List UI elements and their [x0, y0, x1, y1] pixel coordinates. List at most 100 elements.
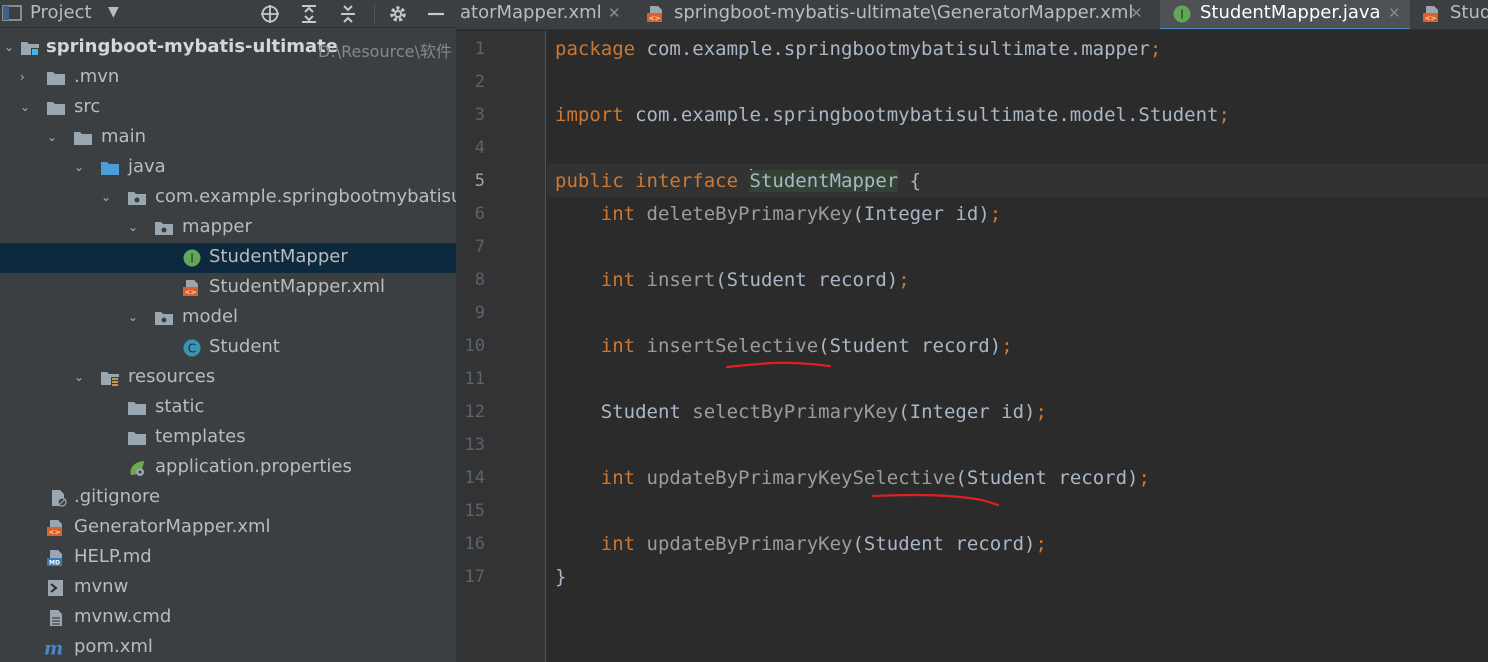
chevron-down-icon[interactable]: ⌄: [128, 220, 140, 234]
tree-item-label: templates: [155, 426, 246, 447]
chevron-down-icon[interactable]: ⌄: [20, 100, 32, 114]
markdown-file-icon: MD: [47, 550, 62, 567]
tab-student-partial[interactable]: <> Stud: [1412, 0, 1488, 29]
tree-item-package[interactable]: ⌄ com.example.springbootmybatisultimate: [0, 183, 456, 213]
tree-item-label: HELP.md: [74, 546, 152, 567]
tree-item-mvnw-cmd[interactable]: mvnw.cmd: [0, 603, 456, 633]
semicolon: ;: [1035, 533, 1047, 555]
gear-icon[interactable]: [386, 3, 410, 25]
collapse-all-icon[interactable]: [336, 3, 360, 25]
method-name: updateByPrimaryKeySelective: [646, 467, 956, 489]
chevron-down-icon[interactable]: ⌄: [74, 370, 86, 384]
type-int: int: [600, 533, 636, 555]
tab-studentmapper-java[interactable]: I StudentMapper.java ✕: [1160, 0, 1410, 29]
param-type: Student: [726, 269, 807, 291]
tab-label: atorMapper.xml: [460, 2, 602, 23]
param-name: id): [989, 401, 1036, 423]
close-brace: }: [555, 566, 567, 588]
chevron-down-icon[interactable]: ⌄: [128, 310, 140, 324]
code-line-16[interactable]: int updateByPrimaryKey(Student record);: [555, 528, 1047, 561]
interface-icon: I: [1173, 5, 1191, 23]
code-editor[interactable]: 1 2 3 4 5 6 7 8 9 10 11 12 13 14 15 16 1…: [456, 31, 1488, 662]
open-paren: (: [898, 401, 910, 423]
code-line-6[interactable]: int deleteByPrimaryKey(Integer id);: [555, 198, 1001, 231]
code-line-17[interactable]: }: [555, 561, 566, 594]
param-name: record): [1046, 467, 1139, 489]
xml-file-icon: <>: [1423, 6, 1438, 23]
tree-item-help-md[interactable]: MD HELP.md: [0, 543, 456, 573]
tree-item-main[interactable]: ⌄ main: [0, 123, 456, 153]
param-type: Student: [863, 533, 944, 555]
tree-item-mapper[interactable]: ⌄ mapper: [0, 213, 456, 243]
tree-item-label: application.properties: [155, 456, 352, 477]
code-line-8[interactable]: int insert(Student record);: [555, 264, 910, 297]
project-view-selector[interactable]: Project: [30, 2, 92, 23]
chevron-down-icon[interactable]: ⌄: [74, 160, 86, 174]
tree-item-label: static: [155, 396, 205, 417]
project-panel: Project ▼ ⌄ springboot-mybatis-ultimate …: [0, 0, 456, 662]
code-line-3[interactable]: import com.example.springbootmybatisulti…: [555, 99, 1230, 132]
code-line-1[interactable]: package com.example.springbootmybatisult…: [555, 33, 1161, 66]
method-name: updateByPrimaryKey: [646, 533, 853, 555]
red-underline-annotation: [725, 361, 832, 369]
close-icon[interactable]: ✕: [1130, 4, 1143, 22]
tree-item-model[interactable]: ⌄ model: [0, 303, 456, 333]
line-number: 3: [474, 105, 485, 125]
tab-generatormapper-xml-partial[interactable]: atorMapper.xml ✕: [456, 0, 632, 29]
project-path: D:\Resource\软件: [318, 42, 452, 61]
chevron-right-icon[interactable]: ›: [20, 70, 32, 84]
code-line-12[interactable]: Student selectByPrimaryKey(Integer id);: [555, 396, 1047, 429]
keyword-public: public: [555, 170, 624, 192]
maven-icon: m: [44, 639, 63, 657]
folder-icon: [128, 432, 146, 445]
line-number: 9: [474, 303, 485, 323]
tree-item-gitignore[interactable]: .gitignore: [0, 483, 456, 513]
code-line-14[interactable]: int updateByPrimaryKeySelective(Student …: [555, 462, 1150, 495]
spring-properties-icon: [130, 461, 144, 476]
hide-panel-icon[interactable]: [424, 3, 448, 25]
tree-item-static[interactable]: static: [0, 393, 456, 423]
tree-item-label: mvnw.cmd: [74, 606, 172, 627]
tree-item-project-root[interactable]: ⌄ springboot-mybatis-ultimate D:\Resourc…: [0, 33, 456, 63]
tree-item-mvnw[interactable]: mvnw: [0, 573, 456, 603]
svg-text:MD: MD: [49, 560, 60, 567]
close-icon[interactable]: ✕: [608, 4, 621, 22]
tree-item-src[interactable]: ⌄ src: [0, 93, 456, 123]
keyword-interface: interface: [635, 170, 739, 192]
line-number-gutter[interactable]: 1 2 3 4 5 6 7 8 9 10 11 12 13 14 15 16 1…: [456, 31, 546, 662]
tree-item-generatormapper-xml[interactable]: <> GeneratorMapper.xml: [0, 513, 456, 543]
tree-item-student[interactable]: C Student: [0, 333, 456, 363]
svg-text:<>: <>: [1425, 15, 1437, 23]
semicolon: ;: [989, 203, 1002, 225]
chevron-down-icon[interactable]: ⌄: [4, 40, 16, 54]
type-int: int: [600, 335, 636, 357]
tree-item-resources[interactable]: ⌄ resources: [0, 363, 456, 393]
tree-item-mvn[interactable]: › .mvn: [0, 63, 456, 93]
tree-item-java[interactable]: ⌄ java: [0, 153, 456, 183]
tree-item-label: .gitignore: [74, 486, 161, 507]
chevron-down-icon[interactable]: ⌄: [47, 130, 59, 144]
tree-item-label: pom.xml: [74, 636, 153, 657]
gitignore-file-icon: [52, 490, 67, 507]
param-name: record): [806, 269, 899, 291]
source-folder-icon: [101, 162, 119, 175]
expand-all-icon[interactable]: [297, 3, 321, 25]
tree-item-pom-xml[interactable]: m pom.xml: [0, 633, 456, 662]
line-number: 8: [474, 270, 485, 290]
chevron-down-icon[interactable]: ⌄: [101, 190, 113, 204]
locate-icon[interactable]: [258, 3, 282, 25]
svg-text:<>: <>: [49, 529, 61, 537]
tab-generatormapper-xml[interactable]: <> springboot-mybatis-ultimate\Generator…: [634, 0, 1154, 29]
interface-name-first-char: S: [749, 170, 761, 192]
tree-item-studentmapper[interactable]: I StudentMapper: [0, 243, 456, 273]
tree-item-label: java: [128, 156, 166, 177]
tree-item-studentmapper-xml[interactable]: <> StudentMapper.xml: [0, 273, 456, 303]
chevron-down-icon[interactable]: ▼: [108, 4, 119, 20]
open-paren: (: [852, 533, 864, 555]
code-line-5[interactable]: public interface StudentMapper {: [555, 165, 921, 198]
xml-file-icon: <>: [647, 6, 662, 23]
close-icon[interactable]: ✕: [1388, 4, 1401, 22]
tree-item-templates[interactable]: templates: [0, 423, 456, 453]
tree-item-application-properties[interactable]: application.properties: [0, 453, 456, 483]
tree-item-label: mapper: [182, 216, 252, 237]
